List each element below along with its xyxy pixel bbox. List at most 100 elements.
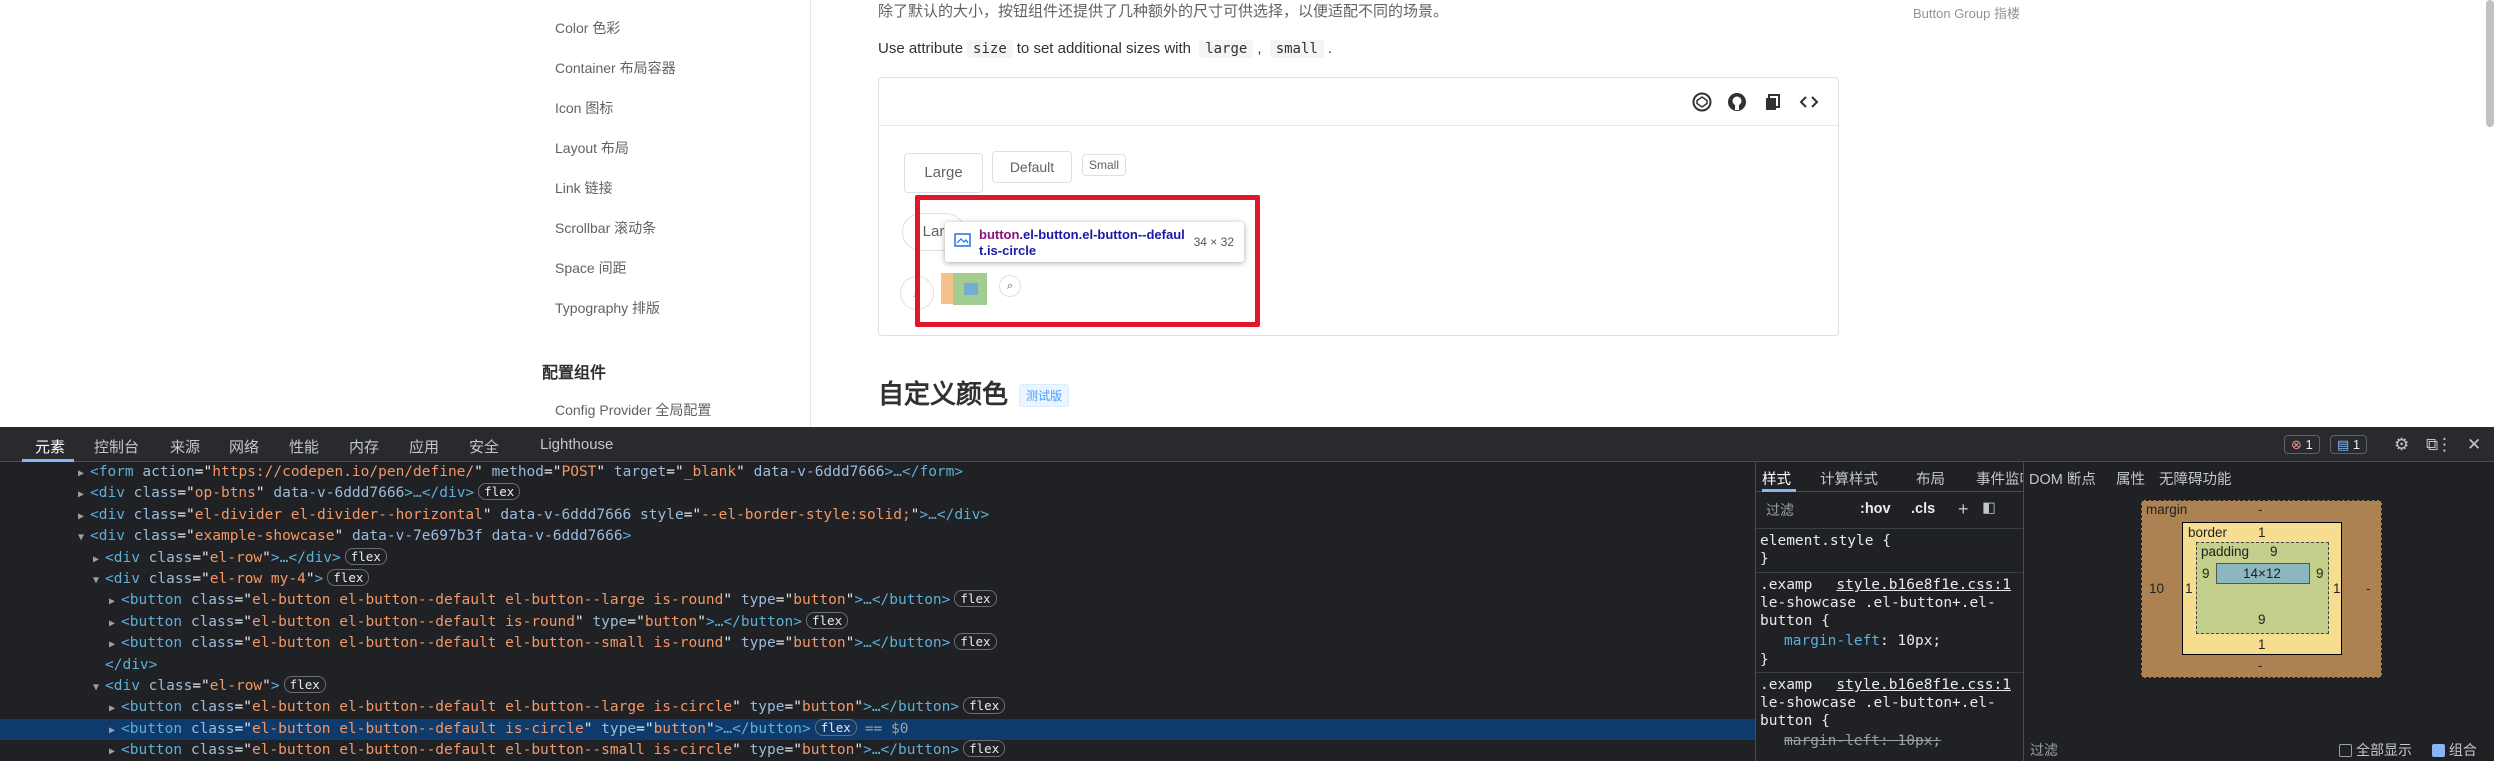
sidebar-item-config-provider[interactable]: Config Provider 全局配置 (555, 400, 711, 420)
dom-node-row[interactable]: ▶ <button class="el-button el-button--def… (0, 697, 1755, 718)
add-rule-icon[interactable]: + (1958, 499, 1969, 520)
collapse-triangle-icon[interactable]: ▼ (93, 677, 105, 698)
expand-triangle-icon[interactable]: ▶ (109, 613, 121, 634)
border-bottom-value[interactable]: 1 (2258, 637, 2266, 652)
margin-top-value[interactable]: - (2258, 502, 2263, 517)
computed-filter-input[interactable]: 过滤 (2030, 740, 2058, 760)
expand-triangle-icon[interactable]: ▶ (93, 549, 105, 570)
border-right-value[interactable]: 1 (2333, 581, 2341, 596)
styles-filter-input[interactable]: 过滤 (1760, 499, 1920, 521)
expand-triangle-icon[interactable]: ▶ (78, 484, 90, 505)
expand-triangle-icon[interactable]: ▶ (109, 591, 121, 612)
flex-badge[interactable]: flex (954, 633, 997, 651)
sidebar-item-layout[interactable]: Layout 布局 (555, 138, 629, 158)
content-size-value[interactable]: 14×12 (2243, 566, 2281, 581)
sidebar-item-space[interactable]: Space 间距 (555, 258, 627, 278)
dom-node-row[interactable]: ▶ <button class="el-button el-button--def… (0, 740, 1755, 761)
page-scrollbar-thumb[interactable] (2486, 0, 2494, 127)
hov-toggle[interactable]: :hov (1860, 501, 1891, 517)
tab-elements[interactable]: 元素 (35, 436, 65, 457)
tab-layout[interactable]: 布局 (1916, 468, 1945, 489)
tab-lighthouse[interactable]: Lighthouse (540, 436, 613, 453)
flex-badge[interactable]: flex (478, 483, 521, 501)
padding-right-value[interactable]: 9 (2316, 566, 2324, 581)
close-icon[interactable]: ✕ (2467, 435, 2481, 455)
tab-security[interactable]: 安全 (469, 436, 499, 457)
tab-accessibility[interactable]: 无障碍功能 (2159, 468, 2232, 489)
dom-node-row[interactable]: ▶ <button class="el-button el-button--def… (0, 611, 1755, 634)
tab-memory[interactable]: 内存 (349, 436, 379, 457)
flex-badge[interactable]: flex (327, 569, 370, 586)
github-icon[interactable] (1727, 92, 1747, 112)
rule2-declaration-overridden[interactable]: margin-left: 10px; (1784, 732, 1941, 750)
tab-performance[interactable]: 性能 (289, 436, 319, 457)
dom-node-row[interactable]: ▶ <button class="el-button el-button--def… (0, 633, 1755, 654)
flex-badge[interactable]: flex (283, 676, 326, 693)
collapse-triangle-icon[interactable]: ▼ (78, 527, 90, 548)
padding-top-value[interactable]: 9 (2270, 544, 2278, 559)
show-all-checkbox[interactable] (2339, 744, 2352, 757)
copy-icon[interactable] (1763, 92, 1783, 112)
message-badge[interactable]: ▤ 1 (2330, 435, 2368, 454)
padding-bottom-value[interactable]: 9 (2258, 612, 2266, 627)
expand-triangle-icon[interactable]: ▶ (109, 698, 121, 719)
expand-triangle-icon[interactable]: ▶ (109, 720, 121, 741)
sidebar-item-link[interactable]: Link 链接 (555, 178, 613, 198)
margin-left-value[interactable]: 10 (2149, 581, 2164, 596)
flex-badge[interactable]: flex (963, 697, 1006, 715)
padding-left-value[interactable]: 9 (2202, 566, 2210, 581)
kebab-icon[interactable]: ⋮ (2436, 435, 2453, 455)
dom-node-row[interactable]: ▶ <form action="https://codepen.io/pen/de… (0, 462, 1755, 483)
border-top-value[interactable]: 1 (2258, 525, 2266, 540)
collapse-triangle-icon[interactable]: ▼ (93, 570, 105, 591)
tab-properties[interactable]: 属性 (2116, 468, 2145, 489)
expand-triangle-icon[interactable]: ▶ (78, 506, 90, 527)
tab-dom-breakpoints[interactable]: DOM 断点 (2029, 468, 2096, 489)
dom-node-row[interactable]: </div> (0, 655, 1755, 676)
dom-node-row[interactable]: ▶ <div class="el-divider el-divider--hori… (0, 505, 1755, 526)
flex-badge[interactable]: flex (814, 718, 857, 736)
sidebar-item-container[interactable]: Container 布局容器 (555, 58, 676, 78)
default-button[interactable]: Default (992, 151, 1072, 183)
border-left-value[interactable]: 1 (2185, 581, 2193, 596)
expand-triangle-icon[interactable]: ▶ (78, 463, 90, 484)
dom-node-row[interactable]: ▶ <button class="el-button el-button--def… (0, 718, 1755, 741)
code-icon[interactable] (1799, 92, 1819, 112)
margin-right-value[interactable]: - (2366, 581, 2371, 596)
rule2-source-link[interactable]: style.b16e8f1e.css:1 (1836, 677, 2011, 693)
sidebar-item-typography[interactable]: Typography 排版 (555, 298, 660, 318)
small-button[interactable]: Small (1082, 154, 1126, 176)
large-button[interactable]: Large (904, 153, 983, 193)
error-badge[interactable]: ⊗ 1 (2284, 435, 2320, 454)
sidebar-item-color[interactable]: Color 色彩 (555, 18, 620, 38)
dom-node-row[interactable]: ▼ <div class="example-showcase" data-v-7e… (0, 526, 1755, 547)
margin-bottom-value[interactable]: - (2258, 658, 2263, 673)
rule1-declaration[interactable]: margin-left: 10px; (1784, 632, 1941, 650)
tab-console[interactable]: 控制台 (94, 436, 139, 457)
dom-node-row[interactable]: ▼ <div class="el-row my-4"> flex (0, 569, 1755, 590)
flex-badge[interactable]: flex (344, 547, 387, 565)
group-checkbox[interactable] (2431, 744, 2445, 757)
sidebar-item-icon[interactable]: Icon 图标 (555, 98, 613, 118)
sidebar-item-scrollbar[interactable]: Scrollbar 滚动条 (555, 218, 656, 238)
expand-triangle-icon[interactable]: ▶ (109, 741, 121, 761)
flex-badge[interactable]: flex (806, 611, 849, 629)
cls-toggle[interactable]: .cls (1911, 501, 1935, 517)
tab-styles[interactable]: 样式 (1762, 468, 1791, 489)
codepen-icon[interactable] (1692, 92, 1712, 112)
gear-icon[interactable]: ⚙ (2394, 435, 2409, 455)
dom-node-row[interactable]: ▼ <div class="el-row"> flex (0, 676, 1755, 697)
tab-network[interactable]: 网络 (229, 436, 259, 457)
dom-node-row[interactable]: ▶ <div class="el-row">…</div> flex (0, 547, 1755, 570)
expand-triangle-icon[interactable]: ▶ (109, 634, 121, 655)
dom-node-row[interactable]: ▶ <div class="op-btns" data-v-6ddd7666>…<… (0, 483, 1755, 504)
sidebar-toggle-icon[interactable]: ◧ (1982, 500, 1996, 516)
tab-sources[interactable]: 来源 (170, 436, 200, 457)
flex-badge[interactable]: flex (954, 590, 997, 608)
tab-application[interactable]: 应用 (409, 436, 439, 457)
dom-node-row[interactable]: ▶ <button class="el-button el-button--def… (0, 590, 1755, 611)
rule1-source-link[interactable]: style.b16e8f1e.css:1 (1836, 577, 2011, 593)
flex-badge[interactable]: flex (963, 740, 1006, 758)
toc-item-button-group[interactable]: Button Group 指楼 (1913, 3, 2020, 22)
tab-event-listeners[interactable]: 事件监听器 (1976, 468, 2023, 489)
